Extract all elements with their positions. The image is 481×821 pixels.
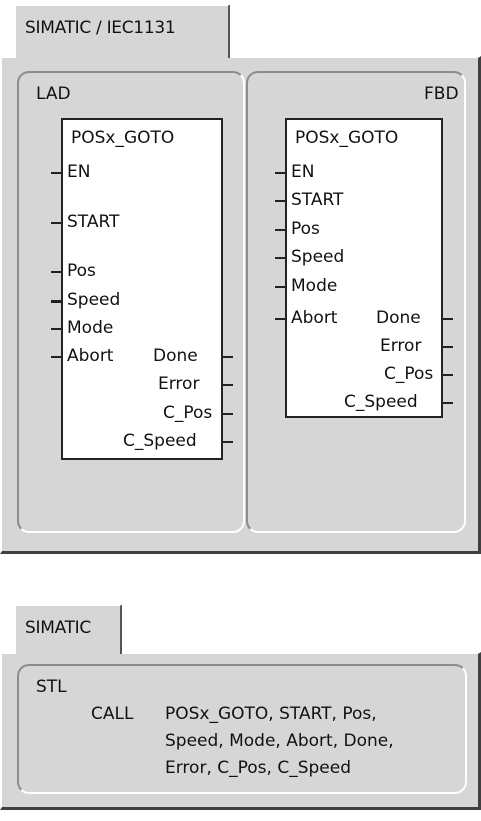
lad-pin-mode: Mode <box>67 318 114 338</box>
fbd-pin-cpos: C_Pos <box>384 364 434 384</box>
lad-pin-pos: Pos <box>67 261 96 281</box>
fbd-header: FBD <box>424 84 459 104</box>
lad-pin-line-error <box>223 384 233 386</box>
fbd-pin-abort: Abort <box>291 308 338 328</box>
fbd-pin-line-mode <box>275 286 285 288</box>
lad-pin-error: Error <box>158 374 200 394</box>
lad-pin-line-pos <box>51 271 61 273</box>
lad-block-title: POSx_GOTO <box>71 128 175 148</box>
lad-pin-speed: Speed <box>67 290 121 310</box>
tab-simatic[interactable]: SIMATIC <box>14 604 122 654</box>
fbd-pin-pos: Pos <box>291 219 320 239</box>
fbd-pin-line-cspeed <box>443 402 453 404</box>
fbd-pin-cspeed: C_Speed <box>344 392 418 412</box>
lad-pin-en: EN <box>67 162 91 182</box>
lad-pin-cspeed: C_Speed <box>123 431 197 451</box>
fbd-pin-line-speed <box>275 257 285 259</box>
fbd-pin-error: Error <box>380 336 422 356</box>
fbd-pin-line-cpos <box>443 374 453 376</box>
lad-pin-line-cpos <box>223 413 233 415</box>
lad-pin-cpos: C_Pos <box>163 403 213 423</box>
lad-pin-line-en <box>51 172 61 174</box>
lad-pin-line-speed <box>51 300 61 303</box>
lad-pin-line-start <box>51 222 61 224</box>
tab-label: SIMATIC / IEC1131 <box>25 18 176 38</box>
fbd-pin-line-done <box>443 318 453 320</box>
lad-pin-line-abort <box>51 356 61 358</box>
fbd-pin-line-pos <box>275 229 285 231</box>
fbd-pin-line-abort <box>275 318 285 320</box>
fbd-pin-line-start <box>275 200 285 202</box>
lad-pin-start: START <box>67 212 120 232</box>
lad-pin-done: Done <box>153 346 198 366</box>
fbd-pin-mode: Mode <box>291 276 338 296</box>
fbd-pin-start: START <box>291 190 344 210</box>
stl-line: POSx_GOTO, START, Pos, <box>165 704 377 724</box>
fbd-pin-line-error <box>443 346 453 348</box>
lad-pin-line-cspeed <box>223 441 233 443</box>
lad-header: LAD <box>36 84 71 104</box>
fbd-pin-line-en <box>275 172 285 174</box>
tab-label: SIMATIC <box>25 618 91 638</box>
stl-line: Speed, Mode, Abort, Done, <box>165 731 394 751</box>
lad-pin-line-done <box>223 356 233 358</box>
stl-line: Error, C_Pos, C_Speed <box>165 758 351 778</box>
fbd-block-title: POSx_GOTO <box>295 128 399 148</box>
fbd-pin-done: Done <box>376 308 421 328</box>
stl-header: STL <box>36 677 67 697</box>
fbd-pin-speed: Speed <box>291 247 345 267</box>
lad-pin-line-mode <box>51 328 61 330</box>
tab-simatic-iec1131[interactable]: SIMATIC / IEC1131 <box>14 4 230 58</box>
lad-pin-abort: Abort <box>67 346 114 366</box>
stl-keyword: CALL <box>91 704 134 724</box>
fbd-pin-en: EN <box>291 162 315 182</box>
